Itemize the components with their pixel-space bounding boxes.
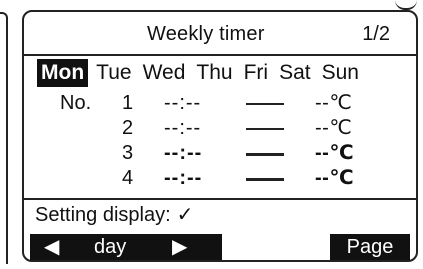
- schedule-time: --:--: [164, 92, 202, 114]
- schedule-operation-dash: [246, 178, 284, 181]
- footer-divider: [24, 198, 416, 200]
- schedule-number: 1: [122, 92, 134, 114]
- right-arrow-icon[interactable]: ▶: [172, 234, 187, 260]
- left-arrow-icon[interactable]: ◀: [44, 234, 59, 260]
- page-function-key[interactable]: Page: [330, 234, 410, 260]
- day-sat[interactable]: Sat: [277, 59, 313, 87]
- lcd-display: Weekly timer 1/2 Mon Tue Wed Thu Fri Sat…: [22, 10, 418, 262]
- schedule-number: 4: [122, 167, 134, 189]
- remote-controller-screen: Weekly timer 1/2 Mon Tue Wed Thu Fri Sat…: [0, 0, 423, 269]
- schedule-temperature: --℃: [315, 92, 353, 114]
- page-indicator: 1/2: [362, 23, 390, 45]
- setting-display-label: Setting display:: [35, 204, 171, 226]
- day-sun[interactable]: Sun: [320, 59, 361, 87]
- schedule-number: 3: [122, 142, 134, 164]
- setting-display: Setting display: ✓: [35, 202, 193, 228]
- day-wed[interactable]: Wed: [141, 59, 188, 87]
- controller-bezel-top: [395, 0, 417, 10]
- schedule-time: --:--: [164, 117, 202, 139]
- day-tue[interactable]: Tue: [94, 59, 133, 87]
- checkmark-icon: ✓: [176, 204, 194, 226]
- schedule-time: --:--: [164, 167, 203, 189]
- schedule-number-label: No.: [60, 92, 92, 114]
- day-selector[interactable]: Mon Tue Wed Thu Fri Sat Sun: [37, 59, 368, 87]
- screen-title: Weekly timer: [147, 23, 265, 45]
- day-thu[interactable]: Thu: [194, 59, 234, 87]
- schedule-operation-dash: [246, 153, 284, 156]
- day-function-key[interactable]: ◀ day ▶: [30, 234, 222, 260]
- header-divider: [24, 54, 416, 56]
- schedule-number: 2: [122, 117, 134, 139]
- day-mon[interactable]: Mon: [37, 59, 89, 87]
- controller-bezel-left: [0, 12, 8, 264]
- function-key-bar: ◀ day ▶ Page: [24, 234, 416, 260]
- schedule-operation-dash: [246, 128, 284, 130]
- schedule-temperature: --℃: [315, 167, 355, 189]
- schedule-time: --:--: [164, 142, 203, 164]
- schedule-operation-dash: [246, 103, 284, 105]
- schedule-row[interactable]: 4 --:-- --℃: [24, 165, 416, 192]
- schedule-temperature: --℃: [315, 142, 355, 164]
- day-fri[interactable]: Fri: [242, 59, 271, 87]
- schedule-temperature: --℃: [315, 117, 353, 139]
- header: Weekly timer 1/2: [24, 20, 416, 48]
- schedule-row[interactable]: No. 1 --:-- --℃: [24, 90, 416, 117]
- schedule-row[interactable]: 2 --:-- --℃: [24, 115, 416, 142]
- schedule-row[interactable]: 3 --:-- --℃: [24, 140, 416, 167]
- day-key-label: day: [94, 236, 127, 258]
